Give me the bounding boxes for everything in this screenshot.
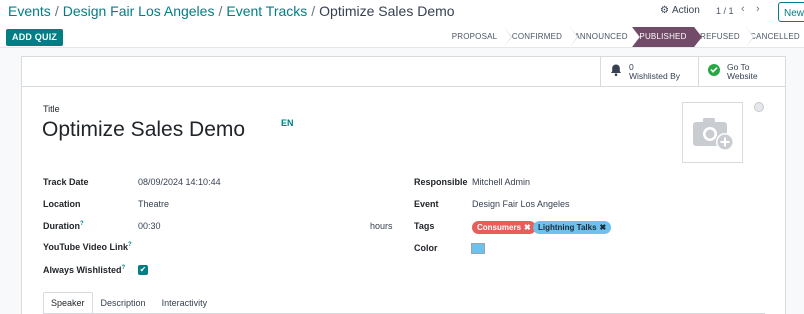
stage-cancelled[interactable]: CANCELLED	[746, 27, 804, 47]
add-quiz-button[interactable]: ADD QUIZ	[6, 29, 64, 46]
new-button[interactable]: New	[778, 2, 804, 22]
tag-consumers[interactable]: Consumers ✖	[472, 221, 536, 234]
color-label: Color	[414, 243, 438, 253]
always-wishlisted-checkbox[interactable]: ✔	[138, 265, 148, 275]
wishlisted-smart-button[interactable]: 0 Wishlisted By	[600, 57, 698, 87]
breadcrumb-separator: /	[311, 3, 316, 19]
duration-unit: hours	[370, 221, 393, 231]
action-menu-button[interactable]: ⚙ Action	[660, 5, 700, 16]
duration-label-text: Duration	[43, 221, 80, 231]
breadcrumb-item-events[interactable]: Events	[8, 3, 51, 19]
youtube-link-label: YouTube Video Link?	[43, 242, 132, 252]
action-label: Action	[671, 5, 700, 16]
breadcrumb: Events / Design Fair Los Angeles / Event Tra…	[8, 3, 455, 19]
always-wishlisted-label-text: Always Wishlisted	[43, 265, 122, 275]
stage-divider	[632, 27, 639, 47]
website-line2: Website	[727, 71, 758, 81]
wishlisted-text: 0 Wishlisted By	[629, 63, 680, 81]
event-label: Event	[414, 199, 439, 209]
camera-add-icon	[692, 117, 734, 151]
breadcrumb-current: Optimize Sales Demo	[319, 3, 455, 19]
form-sheet: 0 Wishlisted By Go To Website Title Opti…	[21, 56, 786, 314]
help-icon[interactable]: ?	[128, 242, 132, 248]
stage-label: PROPOSAL	[451, 32, 498, 41]
stage-label: REFUSED	[700, 32, 740, 41]
tag-label: Lightning Talks	[538, 223, 597, 232]
gear-icon: ⚙	[660, 5, 669, 16]
tag-lightning-talks[interactable]: Lightning Talks ✖	[533, 221, 612, 234]
stage-published[interactable]: PUBLISHED	[632, 27, 702, 47]
stage-divider	[504, 27, 511, 47]
color-picker[interactable]	[471, 243, 485, 254]
notebook-tabs: Speaker Description Interactivity	[43, 292, 765, 314]
control-panel-top: Events / Design Fair Los Angeles / Event Tra…	[0, 0, 804, 26]
always-wishlisted-label: Always Wishlisted?	[43, 265, 125, 275]
stage-announced[interactable]: ANNOUNCED	[570, 27, 640, 47]
tag-label: Consumers	[477, 223, 522, 232]
stage-label: CANCELLED	[750, 32, 800, 41]
tags-label: Tags	[414, 221, 435, 231]
website-text: Go To Website	[727, 63, 758, 81]
stage-divider	[746, 27, 753, 47]
duration-field[interactable]: 00:30	[138, 221, 161, 231]
responsible-field[interactable]: Mitchell Admin	[472, 177, 530, 187]
tab-description[interactable]: Description	[93, 292, 154, 313]
breadcrumb-separator: /	[218, 3, 223, 19]
stage-confirmed[interactable]: CONFIRMED	[504, 27, 578, 47]
wishlisted-label: Wishlisted By	[629, 71, 681, 81]
event-field[interactable]: Design Fair Los Angeles	[472, 199, 570, 209]
title-label: Title	[43, 104, 60, 114]
breadcrumb-item-event[interactable]: Design Fair Los Angeles	[63, 3, 215, 19]
chevron-left-icon[interactable]: ‹	[741, 3, 745, 15]
kanban-state-indicator[interactable]	[754, 102, 764, 112]
breadcrumb-separator: /	[54, 3, 59, 19]
duration-label: Duration?	[43, 221, 84, 231]
form-header: ADD QUIZ PROPOSAL CONFIRMED ANNOUNCED PU…	[0, 26, 804, 48]
location-label: Location	[43, 199, 81, 209]
tab-speaker[interactable]: Speaker	[43, 292, 93, 313]
help-icon[interactable]: ?	[80, 221, 84, 227]
location-field[interactable]: Theatre	[138, 199, 169, 209]
track-date-label: Track Date	[43, 177, 89, 187]
title-input[interactable]: Optimize Sales Demo	[42, 118, 245, 142]
breadcrumb-item-event-tracks[interactable]: Event Tracks	[226, 3, 307, 19]
pager-value[interactable]: 1 / 1	[716, 6, 734, 16]
stage-statusbar: PROPOSAL CONFIRMED ANNOUNCED PUBLISHED R…	[445, 27, 804, 47]
bell-icon	[607, 63, 625, 82]
remove-tag-icon[interactable]: ✖	[524, 221, 531, 234]
tab-interactivity[interactable]: Interactivity	[154, 292, 216, 313]
stage-label: ANNOUNCED	[574, 32, 628, 41]
remove-tag-icon[interactable]: ✖	[600, 221, 607, 234]
smart-button-box: 0 Wishlisted By Go To Website	[22, 57, 785, 87]
stage-label: PUBLISHED	[639, 32, 687, 41]
track-date-field[interactable]: 08/09/2024 14:10:44	[138, 177, 221, 187]
responsible-label: Responsible	[414, 177, 468, 187]
help-icon[interactable]: ?	[121, 265, 125, 271]
language-button[interactable]: EN	[281, 118, 294, 128]
go-to-website-smart-button[interactable]: Go To Website	[698, 57, 785, 87]
globe-icon	[705, 63, 723, 82]
stage-divider	[570, 27, 577, 47]
stage-proposal[interactable]: PROPOSAL	[445, 27, 512, 47]
chevron-right-icon[interactable]: ›	[756, 3, 760, 15]
youtube-label-text: YouTube Video Link	[43, 242, 129, 252]
stage-divider	[694, 27, 701, 47]
stage-label: CONFIRMED	[511, 32, 563, 41]
image-upload-field[interactable]	[682, 102, 743, 163]
